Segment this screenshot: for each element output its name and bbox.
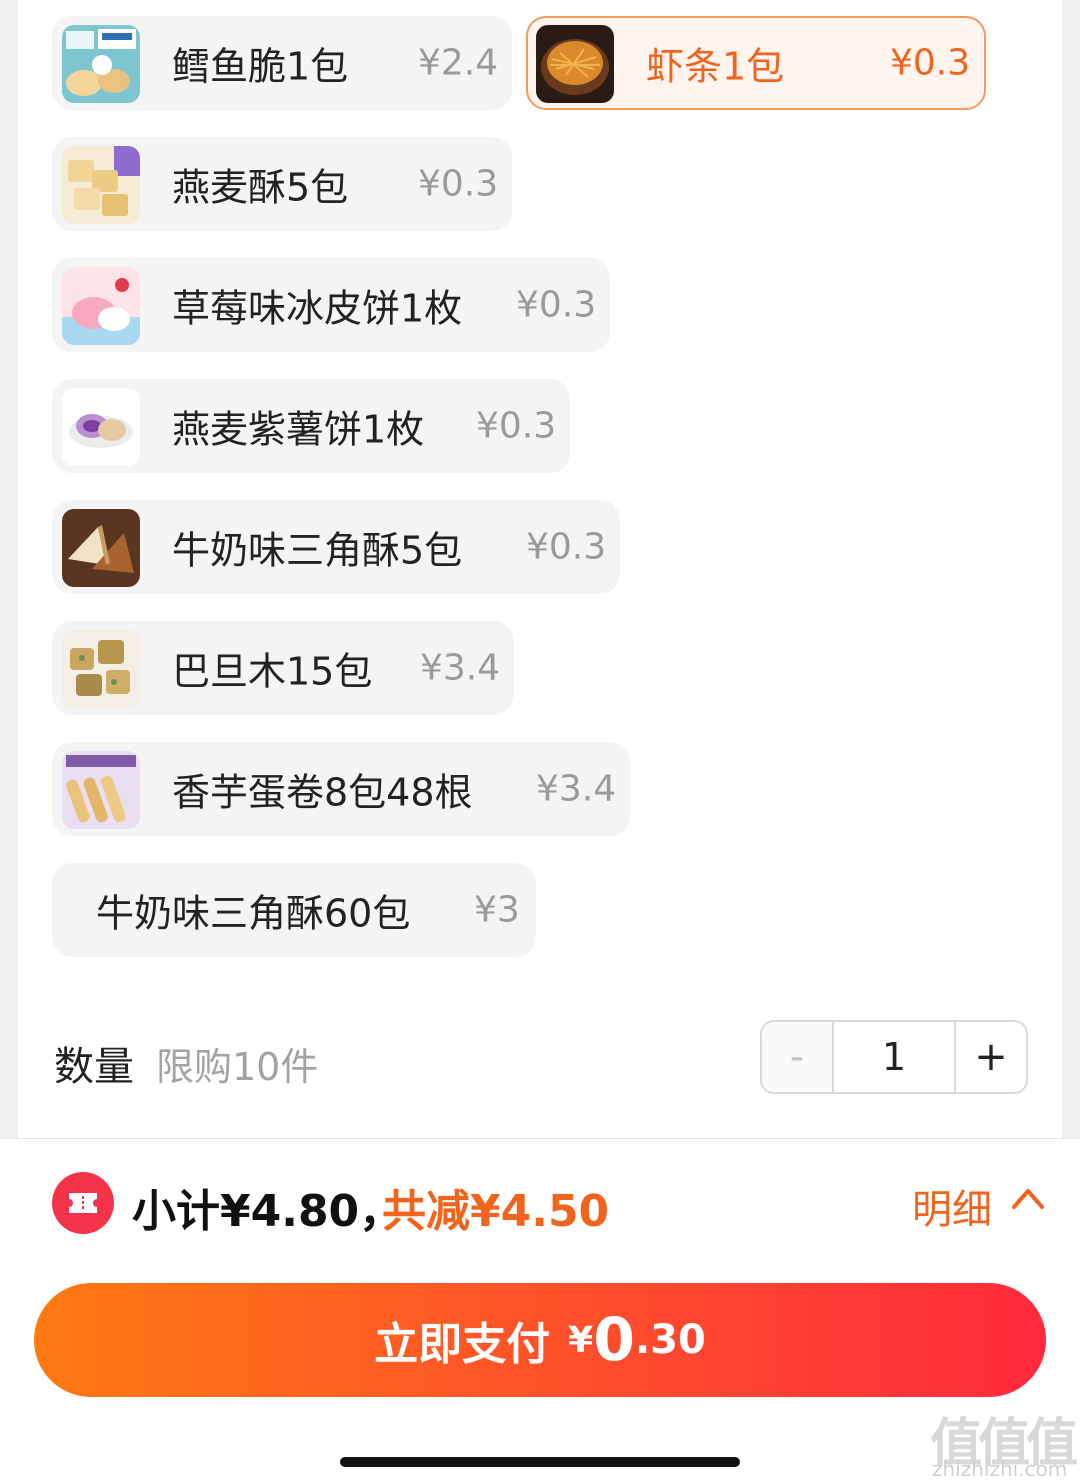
checkout-bar: 小计¥4.80， 共减¥4.50 明细 立即支付 ¥ 0 .30 值值值 zhi… (0, 1138, 1080, 1482)
option-milk-triangle-60[interactable]: 牛奶味三角酥60包 ¥3 (52, 863, 536, 957)
milk-triangle-thumbnail (62, 509, 140, 587)
watermark-url: zhizhizhi.com (932, 1457, 1068, 1481)
taro-roll-thumbnail (62, 751, 140, 829)
option-price: ¥2.4 (418, 42, 499, 84)
almond-thumbnail (62, 630, 140, 708)
option-strawberry-cake[interactable]: 草莓味冰皮饼1枚 ¥0.3 (52, 258, 610, 352)
option-price: ¥0.3 (516, 284, 597, 326)
option-name: 牛奶味三角酥60包 (96, 891, 411, 936)
option-name: 燕麦紫薯饼1枚 (172, 407, 425, 452)
home-indicator[interactable] (340, 1457, 740, 1467)
sku-selector-sheet: 鳕鱼脆1包 ¥2.4 虾条1包 ¥0.3 燕麦酥5包 ¥0.3 草莓味冰皮饼1枚… (18, 0, 1062, 1138)
detail-link[interactable]: 明细 (912, 1177, 992, 1235)
option-name: 香芋蛋卷8包48根 (172, 770, 473, 815)
option-oat-crisp[interactable]: 燕麦酥5包 ¥0.3 (52, 137, 512, 231)
option-taro-roll[interactable]: 香芋蛋卷8包48根 ¥3.4 (52, 742, 630, 836)
strawberry-cake-thumbnail (62, 267, 140, 345)
pay-currency: ¥ (568, 1319, 594, 1361)
purchase-limit: 限购10件 (156, 1045, 319, 1089)
option-name: 草莓味冰皮饼1枚 (172, 286, 463, 331)
shrimp-sticks-thumbnail (536, 25, 614, 103)
option-almond[interactable]: 巴旦木15包 ¥3.4 (52, 621, 514, 715)
chevron-up-icon[interactable] (1010, 1185, 1046, 1211)
oat-crisp-thumbnail (62, 146, 140, 224)
option-price: ¥0.3 (476, 405, 557, 447)
quantity-label: 数量 (54, 1044, 134, 1090)
quantity-row: 数量 限购10件 - 1 + (18, 1018, 1062, 1098)
option-price: ¥3.4 (536, 768, 617, 810)
option-price: ¥3.4 (420, 647, 501, 689)
option-shrimp-sticks[interactable]: 虾条1包 ¥0.3 (526, 16, 986, 110)
option-price: ¥3 (474, 889, 520, 931)
pay-now-button[interactable]: 立即支付 ¥ 0 .30 (34, 1283, 1046, 1397)
coupon-icon (52, 1172, 114, 1234)
quantity-value[interactable]: 1 (834, 1022, 954, 1092)
option-cod-snack[interactable]: 鳕鱼脆1包 ¥2.4 (52, 16, 512, 110)
discount-text: 共减¥4.50 (382, 1186, 610, 1237)
quantity-stepper: - 1 + (760, 1020, 1028, 1094)
pay-amount-decimal: .30 (634, 1317, 706, 1363)
decrease-button[interactable]: - (762, 1022, 834, 1092)
purple-potato-cake-thumbnail (62, 388, 140, 466)
option-price: ¥0.3 (890, 42, 971, 84)
pay-amount-integer: 0 (593, 1305, 635, 1375)
option-milk-triangle[interactable]: 牛奶味三角酥5包 ¥0.3 (52, 500, 620, 594)
option-name: 燕麦酥5包 (172, 165, 349, 210)
option-name: 虾条1包 (646, 44, 785, 89)
option-name: 牛奶味三角酥5包 (172, 528, 463, 573)
option-name: 鳕鱼脆1包 (172, 44, 349, 89)
option-purple-potato-cake[interactable]: 燕麦紫薯饼1枚 ¥0.3 (52, 379, 570, 473)
option-price: ¥0.3 (526, 526, 607, 568)
subtotal-text: 小计¥4.80， (132, 1186, 404, 1237)
option-name: 巴旦木15包 (172, 649, 373, 694)
cod-snack-thumbnail (62, 25, 140, 103)
increase-button[interactable]: + (954, 1022, 1026, 1092)
pay-label: 立即支付 (374, 1319, 551, 1370)
option-price: ¥0.3 (418, 163, 499, 205)
